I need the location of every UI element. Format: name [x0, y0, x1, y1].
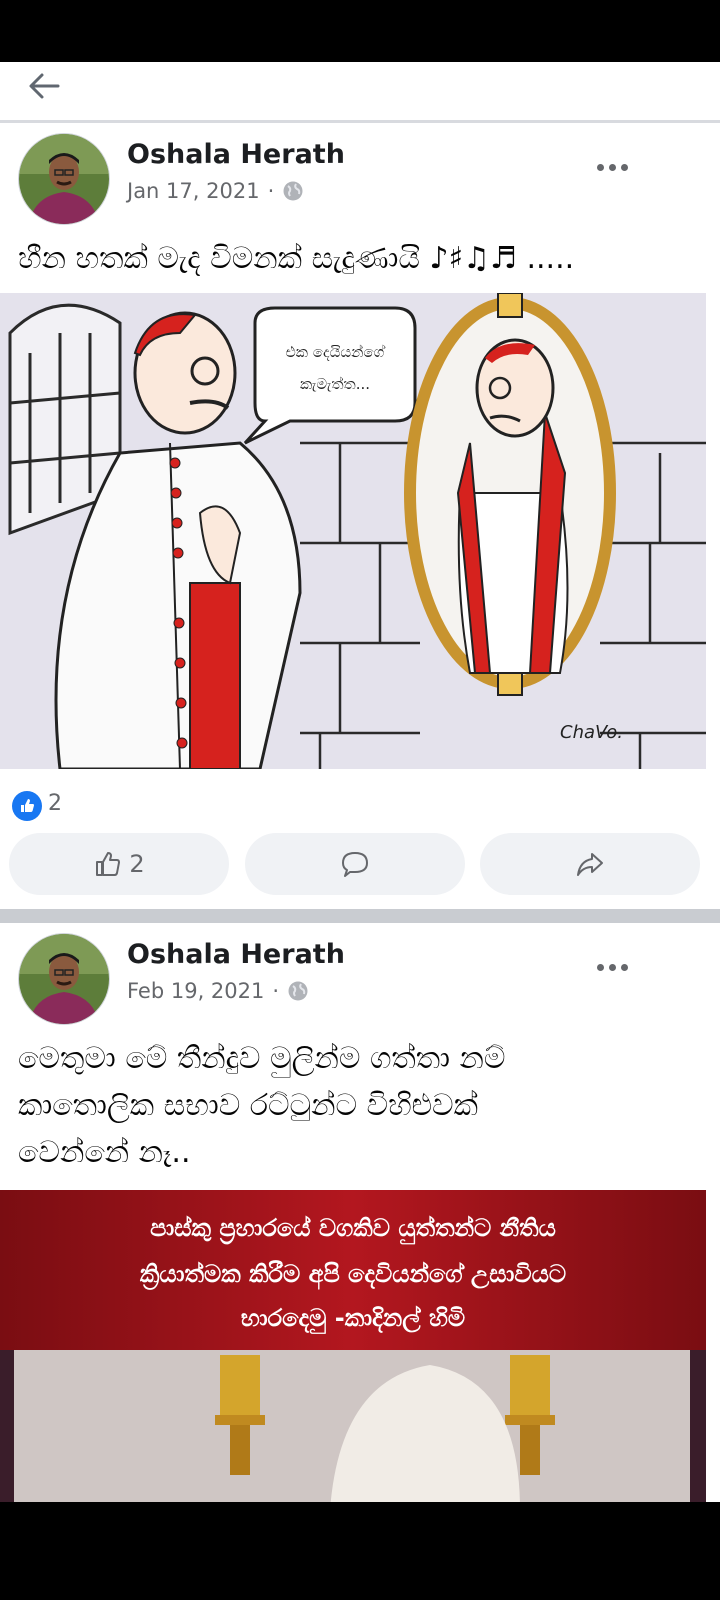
post-text: මෙතුමා මේ තීන්දුව මුලින්ම ගත්තා නම් කාතො…: [0, 1035, 720, 1176]
post-text: හීන හතක් මැද විමනක් සැදුණායි ♪♯♫♬ .....: [18, 241, 575, 276]
feed-screen: Oshala Herath Jan 17, 2021 · හීන හතක් මැ…: [0, 62, 720, 1502]
arrow-left-icon: [29, 73, 60, 99]
meta-separator: ·: [267, 179, 275, 203]
more-options-button[interactable]: [592, 157, 632, 177]
reaction-count[interactable]: 2: [48, 791, 62, 816]
banner-line-2: ක්‍රියාත්මක කිරීම අපි දෙවියන්ගේ උසාවියට: [140, 1260, 566, 1290]
post-divider: [0, 909, 720, 923]
bubble-line-1: එක දෙයියන්ගේ: [286, 343, 386, 361]
post-text-line: වෙන්නේ නෑ..: [18, 1135, 191, 1170]
post-card: Oshala Herath Feb 19, 2021 · මෙතුමා මේ ත…: [0, 923, 720, 1176]
post-text-line: කාතොලික සභාව රට්ටුන්ට විහිළුවක්: [18, 1088, 478, 1123]
author-name[interactable]: Oshala Herath: [127, 139, 345, 170]
more-options-button[interactable]: [592, 957, 632, 977]
bubble-line-2: කැමැත්ත...: [300, 375, 370, 393]
action-bar: 2: [0, 833, 720, 909]
post-date[interactable]: Jan 17, 2021: [127, 179, 260, 203]
thumbs-up-icon: [96, 852, 121, 876]
like-reaction-icon[interactable]: [12, 791, 42, 821]
back-button[interactable]: [24, 66, 64, 106]
cartoon-image[interactable]: එක දෙයියන්ගේ කැමැත්ත... ChaVo.: [0, 293, 706, 769]
avatar[interactable]: [18, 133, 110, 225]
post-card: Oshala Herath Jan 17, 2021 · හීන හතක් මැ…: [0, 123, 720, 909]
reactions-row: 2: [0, 769, 720, 833]
globe-icon: [282, 180, 304, 202]
banner-line-1: පාස්කු ප්‍රහාරයේ වගකිව යුත්තන්ට නීතිය: [150, 1214, 556, 1245]
comment-icon: [342, 852, 368, 877]
post-header: Oshala Herath Feb 19, 2021 ·: [0, 923, 720, 1035]
cartoon-signature: ChaVo.: [560, 722, 623, 743]
post-text-line: මෙතුමා මේ තීන්දුව මුලින්ම ගත්තා නම්: [18, 1041, 506, 1076]
like-button-count: 2: [129, 850, 145, 878]
meta-separator: ·: [272, 979, 280, 1003]
avatar[interactable]: [18, 933, 110, 1025]
post-image[interactable]: පාස්කු ප්‍රහාරයේ වගකිව යුත්තන්ට නීතිය ක්…: [0, 1190, 706, 1502]
share-icon: [577, 853, 603, 876]
post-meta: Jan 17, 2021 ·: [127, 179, 304, 203]
post-date[interactable]: Feb 19, 2021: [127, 979, 264, 1003]
cartoon-mirror: [404, 293, 616, 696]
share-button[interactable]: [480, 833, 700, 895]
globe-icon: [287, 980, 309, 1002]
post-meta: Feb 19, 2021 ·: [127, 979, 309, 1003]
post-header: Oshala Herath Jan 17, 2021 ·: [0, 123, 720, 235]
comment-button[interactable]: [245, 833, 465, 895]
like-button[interactable]: 2: [9, 833, 229, 895]
top-bar: [0, 62, 720, 123]
author-name[interactable]: Oshala Herath: [127, 939, 345, 970]
banner-line-3: භාරදෙමු -කාදිනල් හිමි: [241, 1304, 465, 1334]
